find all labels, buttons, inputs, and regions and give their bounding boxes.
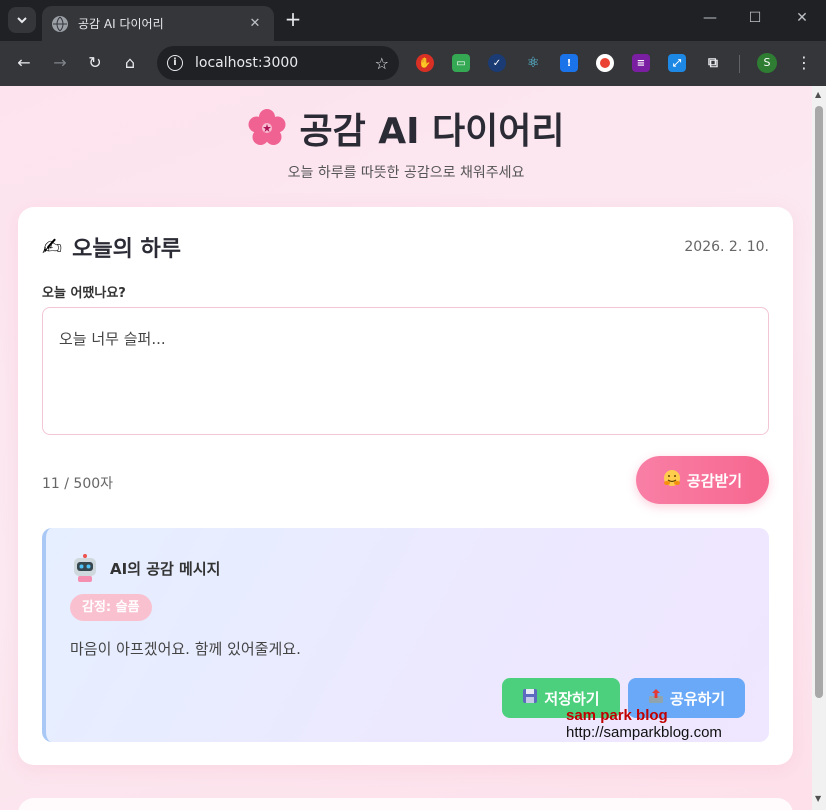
extensions-puzzle-icon[interactable]: ⧉ xyxy=(704,54,722,72)
more-menu-icon[interactable]: ⋮ xyxy=(796,53,812,72)
robot-icon xyxy=(72,554,98,582)
emotion-badge: 감정: 슬픔 xyxy=(70,594,152,621)
extension-check-icon[interactable]: ✓ xyxy=(488,54,506,72)
scrollbar-thumb[interactable] xyxy=(815,106,823,698)
page-title-text: 공감 AI 다이어리 xyxy=(299,111,565,152)
new-tab-button[interactable]: + xyxy=(282,8,304,30)
blog-watermark: sam park blog http://samparkblog.com xyxy=(566,707,722,741)
browser-toolbar: ← → ↻ ⌂ i localhost:3000 ☆ ✋ ▭ ✓ ⚛ ! ≡ ⤢… xyxy=(0,41,826,86)
page-viewport: 공감 AI 다이어리 오늘 하루를 따뜻한 공감으로 채워주세요 ✍ 오늘의 하… xyxy=(0,86,812,810)
reload-icon[interactable]: ↻ xyxy=(85,53,105,73)
floppy-disk-icon xyxy=(522,688,538,708)
watermark-line2: http://samparkblog.com xyxy=(566,723,722,741)
site-info-icon[interactable]: i xyxy=(167,55,183,71)
watermark-line1: sam park blog xyxy=(566,707,668,724)
cherry-blossom-icon xyxy=(247,108,287,148)
extension-screen-icon[interactable]: ▭ xyxy=(452,54,470,72)
extension-react-icon[interactable]: ⚛ xyxy=(524,54,542,72)
back-arrow-icon[interactable]: ← xyxy=(14,53,34,73)
scroll-down-icon[interactable]: ▼ xyxy=(815,794,821,803)
ai-response-header: AI의 공감 메시지 xyxy=(72,554,220,582)
extension-expand-icon[interactable]: ⤢ xyxy=(668,54,686,72)
hugging-face-icon xyxy=(663,469,681,491)
diary-date: 2026. 2. 10. xyxy=(684,239,769,255)
char-count: 11 / 500자 xyxy=(42,476,114,492)
extension-stop-hand-icon[interactable]: ✋ xyxy=(416,54,434,72)
page-header: 공감 AI 다이어리 오늘 하루를 따뜻한 공감으로 채워주세요 xyxy=(0,102,812,182)
writing-hand-icon: ✍ xyxy=(42,233,63,261)
diary-card: ✍ 오늘의 하루 2026. 2. 10. 오늘 어땠나요? 오늘 너무 슬퍼.… xyxy=(18,207,793,765)
tab-title: 공감 AI 다이어리 xyxy=(78,17,164,31)
get-empathy-button[interactable]: 공감받기 xyxy=(636,456,769,504)
outbox-tray-icon xyxy=(648,688,664,708)
extension-shield-icon[interactable]: ! xyxy=(560,54,578,72)
page-subtitle: 오늘 하루를 따뜻한 공감으로 채워주세요 xyxy=(287,165,525,181)
scroll-up-icon[interactable]: ▲ xyxy=(815,90,821,99)
page-scrollbar[interactable]: ▲ ▼ xyxy=(812,86,826,810)
page-title: 공감 AI 다이어리 xyxy=(247,102,565,154)
extension-circle-icon[interactable] xyxy=(596,54,614,72)
url-text: localhost:3000 xyxy=(195,55,299,71)
extension-purple-icon[interactable]: ≡ xyxy=(632,54,650,72)
chevron-down-icon xyxy=(17,17,27,24)
minimize-icon[interactable]: — xyxy=(700,10,720,26)
address-bar[interactable]: i localhost:3000 ☆ xyxy=(157,46,399,80)
home-icon[interactable]: ⌂ xyxy=(120,53,140,73)
bookmark-star-icon[interactable]: ☆ xyxy=(375,54,389,73)
share-label: 공유하기 xyxy=(669,689,726,708)
profile-avatar[interactable]: S xyxy=(757,53,777,73)
ai-message: 마음이 아프겠어요. 함께 있어줄게요. xyxy=(70,640,301,658)
window-close-icon[interactable]: ✕ xyxy=(792,10,812,26)
globe-icon xyxy=(52,15,68,32)
next-card-edge xyxy=(18,798,793,810)
diary-question-label: 오늘 어땠나요? xyxy=(42,286,126,301)
diary-heading: 오늘의 하루 xyxy=(72,237,181,262)
tab-close-icon[interactable]: ✕ xyxy=(246,16,264,31)
toolbar-separator xyxy=(739,55,740,73)
diary-card-header: ✍ 오늘의 하루 xyxy=(42,231,181,263)
ai-response-heading: AI의 공감 메시지 xyxy=(110,559,221,578)
forward-arrow-icon[interactable]: → xyxy=(50,53,70,73)
browser-tab-bar: 공감 AI 다이어리 ✕ + — ☐ ✕ xyxy=(0,0,826,41)
get-empathy-label: 공감받기 xyxy=(686,471,743,490)
browser-tab-active[interactable]: 공감 AI 다이어리 ✕ xyxy=(42,6,274,41)
diary-textarea[interactable]: 오늘 너무 슬퍼... xyxy=(42,307,769,435)
save-label: 저장하기 xyxy=(544,689,600,708)
maximize-icon[interactable]: ☐ xyxy=(745,10,765,26)
tab-search-button[interactable] xyxy=(8,7,36,33)
